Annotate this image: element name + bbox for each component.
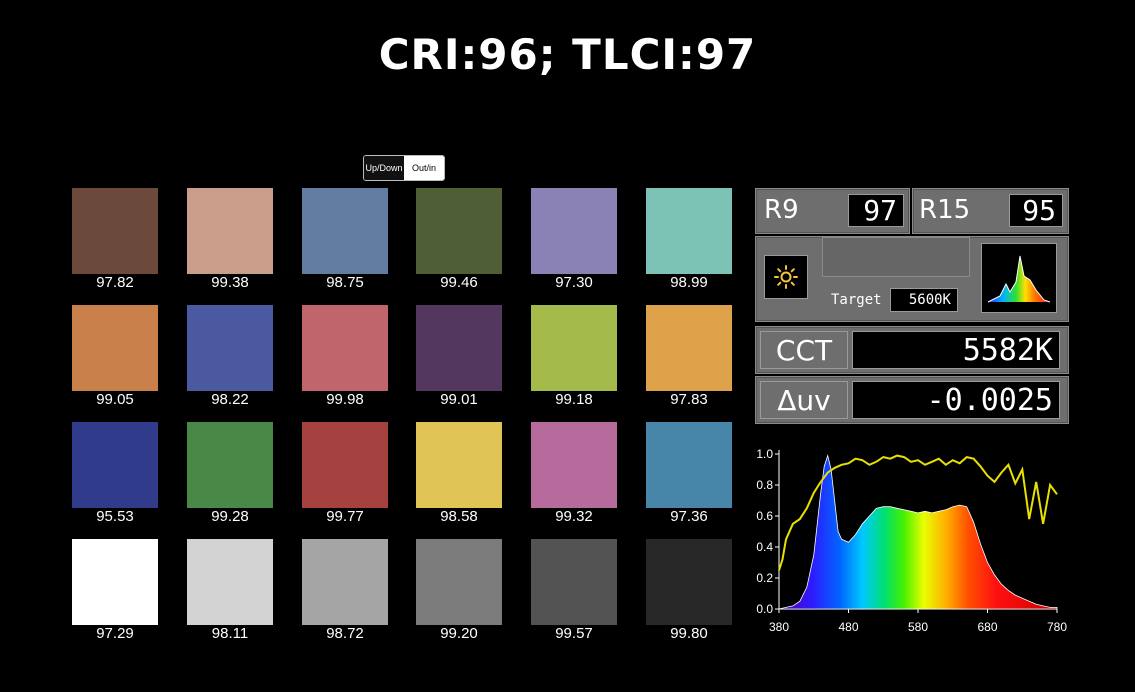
- x-tick-label: 680: [977, 620, 997, 634]
- color-swatch: [646, 422, 732, 508]
- swatch-score-label: 97.30: [555, 274, 593, 291]
- swatch-score-label: 97.36: [670, 508, 708, 525]
- y-tick-label: 1.0: [756, 447, 773, 461]
- swatch-score-label: 98.72: [326, 625, 364, 642]
- spectral-power-area: [778, 454, 1058, 610]
- x-tick-label: 480: [838, 620, 858, 634]
- swatch-score-label: 98.75: [326, 274, 364, 291]
- swatch-score-label: 99.80: [670, 625, 708, 642]
- cct-box: CCT 5582K: [755, 326, 1069, 374]
- swatch-score-label: 98.22: [211, 391, 249, 408]
- spectrum-chart: 0.0 0.2 0.4 0.6 0.8 1.0 380 480 580 680 780: [756, 447, 1067, 634]
- y-tick-label: 0.6: [756, 509, 773, 523]
- color-swatch-grid: 97.82 99.38 98.75 99.46 97.30 98.99 99.05 98.22…: [0, 0, 750, 692]
- swatch-score-label: 97.83: [670, 391, 708, 408]
- color-swatch: [302, 188, 388, 274]
- swatch-score-label: 98.11: [211, 625, 249, 642]
- color-swatch: [416, 305, 502, 391]
- r9-value: 97: [848, 194, 904, 227]
- swatch-score-label: 98.99: [670, 274, 708, 291]
- swatch-score-label: 99.32: [555, 508, 593, 525]
- color-swatch: [646, 539, 732, 625]
- swatch-score-label: 99.05: [96, 391, 134, 408]
- r9-box: R9 97: [755, 188, 910, 234]
- color-swatch: [646, 305, 732, 391]
- r9-label: R9: [764, 195, 799, 225]
- swatch-score-label: 97.82: [96, 274, 134, 291]
- color-swatch: [187, 188, 273, 274]
- swatch-score-label: 99.57: [555, 625, 593, 642]
- color-swatch: [416, 188, 502, 274]
- cct-value: 5582K: [852, 331, 1060, 369]
- swatch-score-label: 99.18: [555, 391, 593, 408]
- r15-label: R15: [919, 195, 971, 225]
- spectrum-thumbnail-icon[interactable]: [981, 243, 1057, 313]
- swatch-score-label: 98.58: [440, 508, 478, 525]
- color-swatch: [72, 422, 158, 508]
- swatch-score-label: 99.98: [326, 391, 364, 408]
- color-swatch: [72, 188, 158, 274]
- color-swatch: [72, 539, 158, 625]
- color-swatch: [302, 305, 388, 391]
- color-swatch: [72, 305, 158, 391]
- cct-label: CCT: [760, 331, 848, 369]
- duv-label: Δuv: [760, 381, 848, 419]
- swatch-score-label: 99.20: [440, 625, 478, 642]
- y-tick-label: 0.8: [756, 478, 773, 492]
- target-value: 5600K: [890, 288, 958, 312]
- color-swatch: [302, 539, 388, 625]
- swatch-score-label: 95.53: [96, 508, 134, 525]
- color-swatch: [187, 422, 273, 508]
- color-swatch: [531, 188, 617, 274]
- sun-icon: [774, 265, 798, 289]
- color-swatch: [531, 539, 617, 625]
- swatch-score-label: 99.01: [440, 391, 478, 408]
- y-tick-label: 0.4: [756, 540, 773, 554]
- swatch-score-label: 99.28: [211, 508, 249, 525]
- duv-box: Δuv -0.0025: [755, 376, 1069, 424]
- target-label: Target: [831, 292, 882, 308]
- y-tick-label: 0.0: [756, 602, 773, 616]
- duv-value: -0.0025: [852, 381, 1060, 419]
- x-tick-label: 380: [769, 620, 789, 634]
- swatch-score-label: 97.29: [96, 625, 134, 642]
- r15-value: 95: [1009, 194, 1063, 227]
- x-tick-label: 780: [1047, 620, 1067, 634]
- swatch-score-label: 99.38: [211, 274, 249, 291]
- color-swatch: [187, 305, 273, 391]
- color-swatch: [302, 422, 388, 508]
- color-swatch: [646, 188, 732, 274]
- swatch-score-label: 99.77: [326, 508, 364, 525]
- color-swatch: [531, 422, 617, 508]
- r15-box: R15 95: [912, 188, 1069, 234]
- x-tick-label: 580: [908, 620, 928, 634]
- mode-box: Target 5600K: [755, 236, 1069, 322]
- color-swatch: [416, 422, 502, 508]
- color-swatch: [187, 539, 273, 625]
- mode-blank-field: [822, 237, 970, 277]
- swatch-score-label: 99.46: [440, 274, 478, 291]
- color-swatch: [531, 305, 617, 391]
- y-tick-label: 0.2: [756, 571, 773, 585]
- light-mode-button[interactable]: [764, 255, 808, 299]
- color-swatch: [416, 539, 502, 625]
